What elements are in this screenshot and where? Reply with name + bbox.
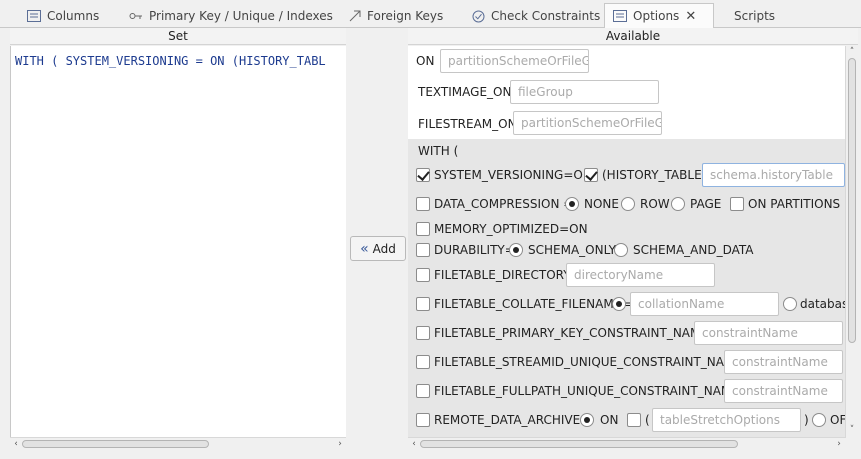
remote-archive-off-radio[interactable] [812,413,826,427]
remote-data-archive-label: REMOTE_DATA_ARCHIVE= [434,413,591,427]
data-compression-checkbox[interactable] [416,197,430,211]
filetable-directory-label: FILETABLE_DIRECTORY= [434,268,581,282]
filetable-fullpath-input[interactable]: constraintName [724,379,843,403]
compression-row-radio[interactable] [621,197,635,211]
remote-archive-off-label: OF [830,413,845,427]
scroll-down-icon[interactable]: ˅ [847,424,857,436]
scroll-left-icon[interactable]: ‹ [409,438,419,450]
close-tab-icon[interactable]: ✕ [685,9,696,24]
double-chevron-left-icon: « [360,240,369,257]
tab-label: Options [633,9,680,23]
tab-foreign-keys[interactable]: Foreign Keys [349,4,443,28]
filetable-streamid-label: FILETABLE_STREAMID_UNIQUE_CONSTRAINT_NAM… [434,355,752,369]
history-table-checkbox[interactable] [584,168,598,182]
scroll-up-icon[interactable]: ˄ [847,46,857,58]
remote-archive-on-label: ON [600,413,619,427]
scrollbar-thumb[interactable] [848,58,856,343]
remote-archive-paren-close: ) [804,413,809,427]
durability-schema-and-data-radio[interactable] [614,243,628,257]
available-vertical-scrollbar[interactable]: ˄ ˅ [845,46,858,438]
set-statement-text: WITH ( SYSTEM_VERSIONING = ON (HISTORY_T… [15,54,326,68]
filetable-collate-checkbox[interactable] [416,297,430,311]
system-versioning-checkbox[interactable] [416,168,430,182]
textimage-on-input[interactable]: fileGroup [510,80,659,104]
scroll-right-icon[interactable]: › [834,438,844,450]
key-icon [129,11,143,21]
memory-optimized-label: MEMORY_OPTIMIZED=ON [434,222,588,236]
tab-label: Scripts [734,9,776,23]
durability-label: DURABILITY= [434,243,515,257]
available-horizontal-scrollbar[interactable]: ‹ › [408,437,845,450]
system-versioning-label: SYSTEM_VERSIONING=ON [434,168,592,182]
remote-archive-on-radio[interactable] [580,413,594,427]
compression-none-radio[interactable] [565,197,579,211]
available-panel-header: Available [408,28,858,45]
scrollbar-thumb[interactable] [420,440,738,448]
filetable-pk-label: FILETABLE_PRIMARY_KEY_CONSTRAINT_NAME= [434,326,719,340]
columns-icon [27,10,41,22]
tab-label: Primary Key / Unique / Indexes [149,9,333,23]
options-icon [613,10,627,22]
add-button-label: Add [372,241,396,256]
filetable-directory-checkbox[interactable] [416,268,430,282]
textimage-on-label: TEXTIMAGE_ON [418,85,512,99]
data-compression-label: DATA_COMPRESSION = [434,197,574,211]
on-partitions-label: ON PARTITIONS ( [748,197,845,211]
tab-label: Foreign Keys [367,9,444,23]
tab-label: Columns [47,9,100,23]
on-label: ON [416,54,435,68]
tab-check-constraints[interactable]: Check Constraints [472,4,600,28]
scroll-right-icon[interactable]: › [335,438,345,450]
remote-archive-options-checkbox[interactable] [627,413,641,427]
filetable-fullpath-label: FILETABLE_FULLPATH_UNIQUE_CONSTRAINT_NAM… [434,384,749,398]
compression-row-label: ROW [640,197,670,211]
set-text-area[interactable]: WITH ( SYSTEM_VERSIONING = ON (HISTORY_T… [10,46,346,438]
filetable-pk-input[interactable]: constraintName [694,321,843,345]
durability-schema-only-label: SCHEMA_ONLY [528,243,617,257]
filetable-collate-input[interactable]: collationName [630,292,779,316]
remote-data-archive-checkbox[interactable] [416,413,430,427]
history-table-label: (HISTORY_TABLE= [602,168,712,182]
tab-primary-key[interactable]: Primary Key / Unique / Indexes [129,4,333,28]
add-button[interactable]: « Add [350,236,406,261]
filetable-streamid-input[interactable]: constraintName [724,350,843,374]
scrollbar-thumb[interactable] [22,440,209,448]
compression-none-label: NONE [584,197,619,211]
tab-bar: Columns Primary Key / Unique / Indexes F… [0,0,861,29]
table-stretch-options-input[interactable]: tableStretchOptions [652,408,801,432]
filetable-directory-input[interactable]: directoryName [566,263,715,287]
remote-archive-paren-open: ( [645,413,650,427]
compression-page-radio[interactable] [671,197,685,211]
scroll-left-icon[interactable]: ‹ [11,438,21,450]
filetable-streamid-checkbox[interactable] [416,355,430,369]
durability-schema-and-data-label: SCHEMA_AND_DATA [633,243,754,257]
collate-name-radio[interactable] [612,297,626,311]
tab-label: Check Constraints [491,9,601,23]
check-circle-icon [472,10,485,23]
filestream-on-input[interactable]: partitionSchemeOrFileGro [513,111,662,135]
memory-optimized-checkbox[interactable] [416,222,430,236]
foreign-key-arrow-icon [349,10,361,22]
on-partitions-checkbox[interactable] [730,197,744,211]
available-with-section: WITH ( SYSTEM_VERSIONING=ON (HISTORY_TAB… [408,139,845,438]
set-horizontal-scrollbar[interactable]: ‹ › [10,437,346,450]
available-top-section: ON partitionSchemeOrFileGro TEXTIMAGE_ON… [408,46,845,139]
with-label: WITH ( [418,144,459,158]
filestream-on-label: FILESTREAM_ON [418,117,517,131]
filetable-collate-label: FILETABLE_COLLATE_FILENAME= [434,297,632,311]
on-input[interactable]: partitionSchemeOrFileGro [440,49,589,73]
filetable-fullpath-checkbox[interactable] [416,384,430,398]
tab-options[interactable]: Options ✕ [604,3,714,29]
set-panel-header: Set [10,28,346,45]
durability-checkbox[interactable] [416,243,430,257]
compression-page-label: PAGE [690,197,722,211]
tab-scripts[interactable]: Scripts [734,4,775,28]
history-table-input[interactable]: schema.historyTable [702,163,845,187]
collate-database-radio[interactable] [783,297,797,311]
durability-schema-only-radio[interactable] [509,243,523,257]
collate-database-label: databas [800,297,845,311]
filetable-pk-checkbox[interactable] [416,326,430,340]
tab-columns[interactable]: Columns [27,4,99,28]
